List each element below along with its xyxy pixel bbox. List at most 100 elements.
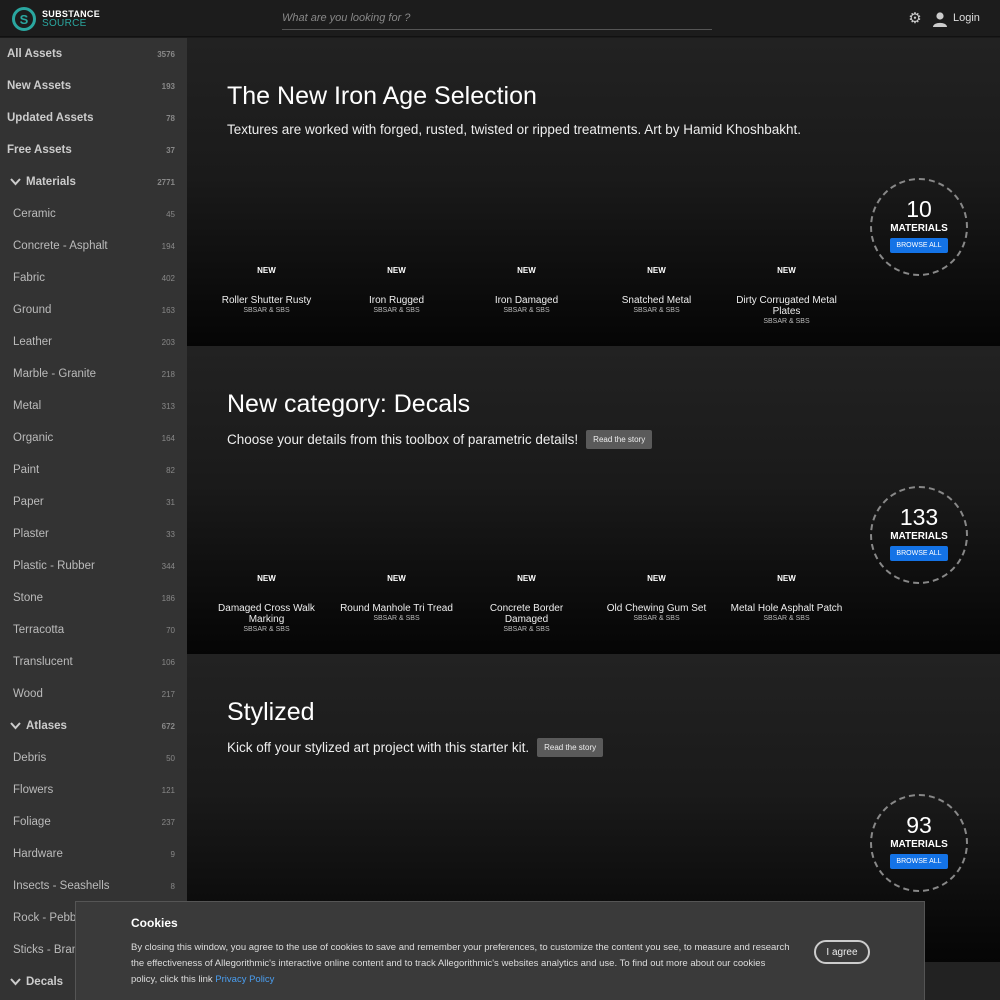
sidebar-item-count: 106 bbox=[161, 657, 175, 667]
section-description-text: Textures are worked with forged, rusted,… bbox=[227, 122, 802, 137]
collection-section: The New Iron Age Selection Textures are w… bbox=[187, 38, 1000, 346]
sidebar-item-marble-granite[interactable]: Marble - Granite 218 bbox=[0, 358, 187, 390]
asset-card[interactable]: NEW Damaged Cross Walk Marking SBSAR & SBS bbox=[209, 574, 324, 633]
materials-label: MATERIALS bbox=[890, 223, 948, 234]
sidebar-item-new-assets[interactable]: New Assets 193 bbox=[0, 70, 187, 102]
asset-format: SBSAR & SBS bbox=[763, 615, 810, 622]
sidebar-item-debris[interactable]: Debris 50 bbox=[0, 742, 187, 774]
sidebar-item-terracotta[interactable]: Terracotta 70 bbox=[0, 614, 187, 646]
sidebar-item-paper[interactable]: Paper 31 bbox=[0, 486, 187, 518]
new-badge: NEW bbox=[257, 266, 276, 275]
asset-card[interactable]: NEW Snatched Metal SBSAR & SBS bbox=[599, 266, 714, 314]
section-description: Choose your details from this toolbox of… bbox=[227, 430, 653, 449]
sidebar-item-count: 237 bbox=[161, 817, 175, 827]
cookie-title: Cookies bbox=[131, 916, 178, 930]
asset-card[interactable]: NEW Iron Damaged SBSAR & SBS bbox=[469, 266, 584, 314]
sidebar-item-label: Concrete - Asphalt bbox=[13, 240, 108, 252]
sidebar-item-stone[interactable]: Stone 186 bbox=[0, 582, 187, 614]
asset-name: Snatched Metal bbox=[621, 295, 692, 306]
sidebar-item-ground[interactable]: Ground 163 bbox=[0, 294, 187, 326]
sidebar-item-label: Stone bbox=[13, 592, 44, 604]
sidebar-item-plaster[interactable]: Plaster 33 bbox=[0, 518, 187, 550]
section-title: New category: Decals bbox=[227, 390, 471, 418]
chevron-down-icon bbox=[10, 978, 21, 986]
login-link[interactable]: Login bbox=[953, 12, 980, 24]
sidebar-item-leather[interactable]: Leather 203 bbox=[0, 326, 187, 358]
asset-format: SBSAR & SBS bbox=[633, 307, 680, 314]
read-story-button[interactable]: Read the story bbox=[537, 738, 604, 757]
asset-list: NEW Damaged Cross Walk Marking SBSAR & SBS… bbox=[209, 574, 859, 654]
asset-card[interactable]: NEW Metal Hole Asphalt Patch SBSAR & SBS bbox=[729, 574, 844, 622]
sidebar-item-foliage[interactable]: Foliage 237 bbox=[0, 806, 187, 838]
section-description-text: Choose your details from this toolbox of… bbox=[227, 432, 579, 447]
sidebar-item-translucent[interactable]: Translucent 106 bbox=[0, 646, 187, 678]
sidebar-item-wood[interactable]: Wood 217 bbox=[0, 678, 187, 710]
sidebar-item-label: Paper bbox=[13, 496, 44, 508]
search-input[interactable] bbox=[282, 6, 712, 30]
sidebar-item-label: Plastic - Rubber bbox=[13, 560, 95, 572]
sidebar-item-count: 70 bbox=[166, 625, 175, 635]
asset-name: Old Chewing Gum Set bbox=[606, 603, 707, 614]
browse-all-button[interactable]: BROWSE ALL bbox=[890, 238, 948, 253]
sidebar-item-count: 3576 bbox=[157, 49, 175, 59]
asset-format: SBSAR & SBS bbox=[503, 626, 550, 633]
sidebar-item-fabric[interactable]: Fabric 402 bbox=[0, 262, 187, 294]
sidebar-item-label: Materials bbox=[26, 176, 76, 188]
gear-icon[interactable]: ⚙ bbox=[906, 10, 924, 28]
sidebar-item-free-assets[interactable]: Free Assets 37 bbox=[0, 134, 187, 166]
privacy-policy-link[interactable]: Privacy Policy bbox=[215, 974, 274, 985]
browse-all-button[interactable]: BROWSE ALL bbox=[890, 546, 948, 561]
sidebar-item-count: 194 bbox=[161, 241, 175, 251]
materials-count-badge: 133 MATERIALS BROWSE ALL bbox=[870, 486, 968, 584]
sidebar-item-count: 33 bbox=[166, 529, 175, 539]
section-description-text: Kick off your stylized art project with … bbox=[227, 740, 530, 755]
browse-all-button[interactable]: BROWSE ALL bbox=[890, 854, 948, 869]
new-badge: NEW bbox=[387, 574, 406, 583]
sidebar-item-label: Leather bbox=[13, 336, 53, 348]
asset-name: Iron Rugged bbox=[368, 295, 425, 306]
sidebar-item-metal[interactable]: Metal 313 bbox=[0, 390, 187, 422]
sidebar-item-atlases[interactable]: Atlases 672 bbox=[0, 710, 187, 742]
sidebar-item-count: 164 bbox=[161, 433, 175, 443]
sidebar-item-count: 344 bbox=[161, 561, 175, 571]
sidebar-item-insects-seashells[interactable]: Insects - Seashells 8 bbox=[0, 870, 187, 902]
asset-name: Concrete Border Damaged bbox=[489, 603, 564, 625]
agree-button[interactable]: I agree bbox=[814, 940, 870, 964]
sidebar-item-label: Atlases bbox=[26, 720, 67, 732]
sidebar-item-count: 8 bbox=[170, 881, 175, 891]
asset-card[interactable]: NEW Round Manhole Tri Tread SBSAR & SBS bbox=[339, 574, 454, 622]
asset-card[interactable]: NEW Dirty Corrugated Metal Plates SBSAR & … bbox=[729, 266, 844, 325]
sidebar-item-updated-assets[interactable]: Updated Assets 78 bbox=[0, 102, 187, 134]
asset-card[interactable]: NEW Iron Rugged SBSAR & SBS bbox=[339, 266, 454, 314]
asset-list: NEW Roller Shutter Rusty SBSAR & SBS NEW Iro… bbox=[209, 266, 859, 346]
sidebar-item-count: 218 bbox=[161, 369, 175, 379]
section-description: Textures are worked with forged, rusted,… bbox=[227, 122, 801, 137]
sidebar-item-count: 313 bbox=[161, 401, 175, 411]
materials-count: 93 bbox=[906, 812, 932, 838]
sidebar-item-ceramic[interactable]: Ceramic 45 bbox=[0, 198, 187, 230]
asset-card[interactable]: NEW Concrete Border Damaged SBSAR & SBS bbox=[469, 574, 584, 633]
sidebar-item-plastic-rubber[interactable]: Plastic - Rubber 344 bbox=[0, 550, 187, 582]
sidebar-item-hardware[interactable]: Hardware 9 bbox=[0, 838, 187, 870]
sidebar-item-concrete-asphalt[interactable]: Concrete - Asphalt 194 bbox=[0, 230, 187, 262]
user-icon[interactable] bbox=[932, 11, 948, 27]
materials-count-badge: 93 MATERIALS BROWSE ALL bbox=[870, 794, 968, 892]
sidebar-item-count: 203 bbox=[161, 337, 175, 347]
sidebar-item-flowers[interactable]: Flowers 121 bbox=[0, 774, 187, 806]
asset-format: SBSAR & SBS bbox=[373, 307, 420, 314]
sidebar-item-label: Metal bbox=[13, 400, 42, 412]
sidebar-item-paint[interactable]: Paint 82 bbox=[0, 454, 187, 486]
sidebar-item-organic[interactable]: Organic 164 bbox=[0, 422, 187, 454]
asset-card[interactable]: NEW Old Chewing Gum Set SBSAR & SBS bbox=[599, 574, 714, 622]
asset-name: Round Manhole Tri Tread bbox=[340, 603, 453, 614]
sidebar-item-all-assets[interactable]: All Assets 3576 bbox=[0, 38, 187, 70]
sidebar-item-label: Fabric bbox=[13, 272, 45, 284]
read-story-button[interactable]: Read the story bbox=[586, 430, 653, 449]
asset-card[interactable]: NEW Roller Shutter Rusty SBSAR & SBS bbox=[209, 266, 324, 314]
materials-count: 133 bbox=[899, 504, 939, 530]
sidebar-item-count: 402 bbox=[161, 273, 175, 283]
substance-source-logo[interactable]: S SUBSTANCE SOURCE bbox=[12, 6, 100, 32]
materials-label: MATERIALS bbox=[890, 531, 948, 542]
asset-name: Metal Hole Asphalt Patch bbox=[730, 603, 843, 614]
sidebar-item-materials[interactable]: Materials 2771 bbox=[0, 166, 187, 198]
